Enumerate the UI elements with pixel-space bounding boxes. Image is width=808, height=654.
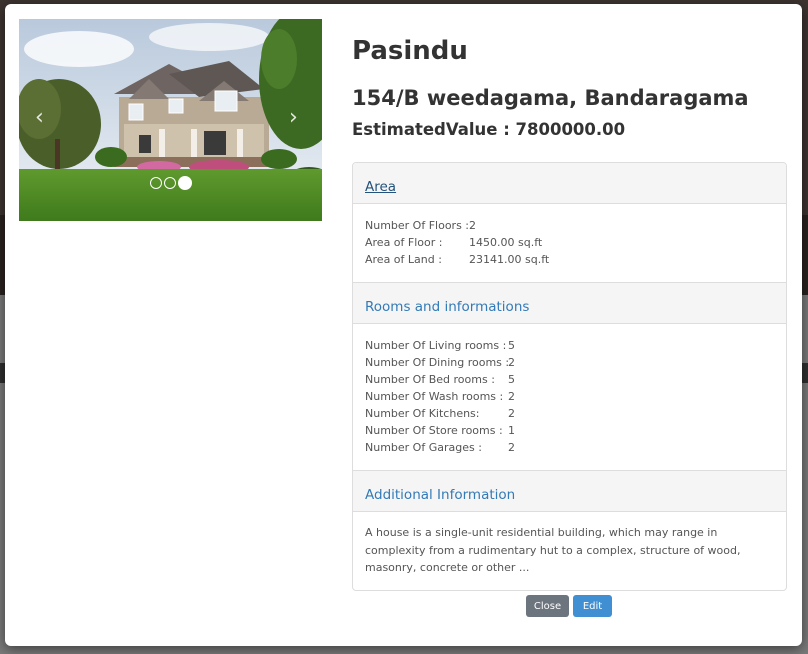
- house-photo: [19, 19, 322, 221]
- room-row: Number Of Dining rooms :2: [365, 354, 774, 371]
- estimated-value: EstimatedValue : 7800000.00: [352, 120, 626, 139]
- property-summary: Pasindu 154/B weedagama, Bandaragama Est…: [352, 36, 788, 139]
- area-row-label: Number Of Floors :: [365, 219, 470, 232]
- carousel-indicator-active[interactable]: [178, 176, 192, 190]
- additional-panel-heading[interactable]: Additional Information: [353, 471, 786, 512]
- room-row: Number Of Wash rooms : 2: [365, 388, 774, 405]
- chevron-left-icon[interactable]: ‹: [35, 105, 44, 130]
- chevron-right-icon[interactable]: ›: [289, 105, 298, 130]
- rooms-panel-body: Number Of Living rooms :5 Number Of Dini…: [353, 324, 786, 471]
- room-row: Number Of Store rooms : 1: [365, 422, 774, 439]
- room-row-value: 2: [508, 441, 515, 454]
- additional-description: A house is a single-unit residential bui…: [365, 526, 741, 574]
- rooms-panel-heading[interactable]: Rooms and informations: [353, 283, 786, 324]
- modal-footer: Close Edit: [526, 595, 612, 617]
- area-row-label: Area of Land :: [365, 253, 442, 266]
- area-panel-title[interactable]: Area: [365, 179, 396, 195]
- area-row-value: 23141.00 sq.ft: [469, 253, 550, 266]
- room-row: Number Of Living rooms :5: [365, 337, 774, 354]
- room-row: Number Of Garages : 2: [365, 439, 774, 456]
- area-row: Number Of Floors :2: [365, 217, 774, 234]
- room-row-label: Number Of Wash rooms :: [365, 390, 504, 403]
- room-row-label: Number Of Dining rooms :: [365, 356, 510, 369]
- room-row: Number Of Bed rooms : 5: [365, 371, 774, 388]
- area-row-label: Area of Floor :: [365, 236, 443, 249]
- room-row-label: Number Of Living rooms :: [365, 339, 507, 352]
- carousel-indicator[interactable]: [150, 177, 162, 189]
- room-row-value: 5: [508, 339, 515, 352]
- room-row-value: 2: [508, 390, 515, 403]
- room-row-value: 2: [508, 356, 515, 369]
- additional-panel-title[interactable]: Additional Information: [365, 487, 515, 503]
- room-row-value: 2: [508, 407, 515, 420]
- area-row-value: 2: [469, 219, 477, 232]
- area-panel-heading[interactable]: Area: [353, 163, 786, 204]
- area-panel-body: Number Of Floors :2 Area of Floor : 1450.…: [353, 204, 786, 283]
- room-row-value: 1: [508, 424, 515, 437]
- room-row-value: 5: [508, 373, 515, 386]
- additional-panel-body: A house is a single-unit residential bui…: [353, 512, 786, 590]
- area-row: Area of Land : 23141.00 sq.ft: [365, 251, 774, 268]
- property-details-modal: ‹ › Pasindu 154/B weedagama, Bandaragama…: [5, 4, 802, 646]
- room-row-label: Number Of Garages :: [365, 441, 482, 454]
- room-row-label: Number Of Store rooms :: [365, 424, 503, 437]
- edit-button[interactable]: Edit: [573, 595, 612, 617]
- area-row: Area of Floor : 1450.00 sq.ft: [365, 234, 774, 251]
- room-row: Number Of Kitchens: 2: [365, 405, 774, 422]
- close-button[interactable]: Close: [526, 595, 569, 617]
- area-row-value: 1450.00 sq.ft: [469, 236, 543, 249]
- details-accordion: Area Number Of Floors :2 Area of Floor :…: [352, 162, 787, 591]
- property-address: 154/B weedagama, Bandaragama: [352, 86, 749, 110]
- room-row-label: Number Of Kitchens:: [365, 407, 480, 420]
- room-row-label: Number Of Bed rooms :: [365, 373, 495, 386]
- house-image-carousel[interactable]: ‹ ›: [19, 19, 322, 221]
- carousel-indicators: [150, 176, 192, 190]
- owner-name: Pasindu: [352, 36, 468, 66]
- rooms-panel-title[interactable]: Rooms and informations: [365, 299, 529, 315]
- carousel-indicator[interactable]: [164, 177, 176, 189]
